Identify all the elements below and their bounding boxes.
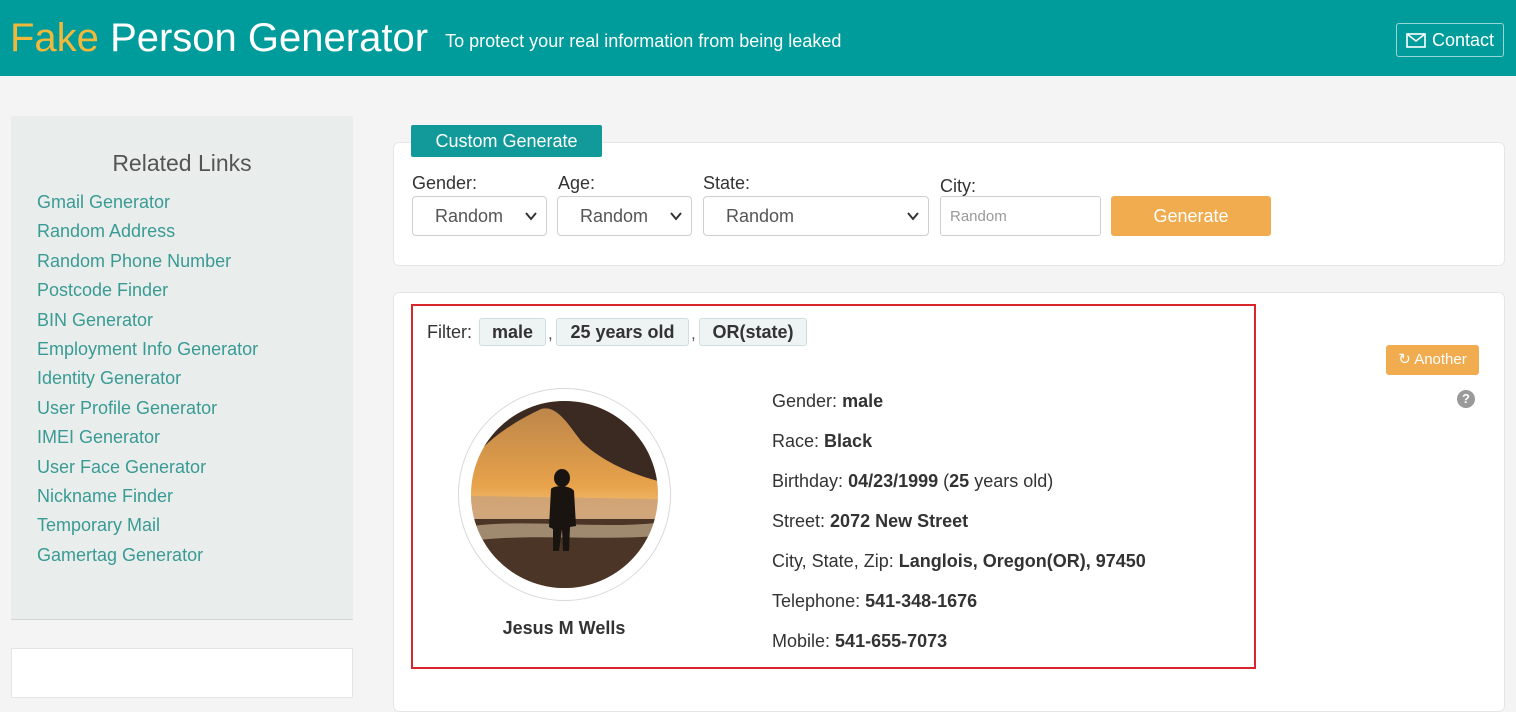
- state-select[interactable]: Random: [703, 196, 929, 236]
- related-links-title: Related Links: [112, 150, 252, 176]
- info-gender-label: Gender:: [772, 391, 838, 411]
- site-logo[interactable]: Fake Person Generator To protect your re…: [10, 14, 841, 65]
- filter-chip-state[interactable]: OR(state): [699, 318, 807, 346]
- filter-label: Filter:: [427, 322, 472, 342]
- info-mobile-value: 541-655-7073: [835, 631, 948, 651]
- sidebar-link-postcode-finder[interactable]: Postcode Finder: [37, 276, 258, 305]
- info-age-suffix: years old): [974, 471, 1054, 491]
- sidebar-link-random-phone-number[interactable]: Random Phone Number: [37, 247, 258, 276]
- refresh-icon: ↻: [1398, 351, 1411, 368]
- another-button[interactable]: ↻ Another: [1386, 345, 1479, 375]
- help-icon[interactable]: ?: [1457, 390, 1475, 408]
- person-name: Jesus M Wells: [502, 618, 626, 638]
- sidebar-link-random-address[interactable]: Random Address: [37, 217, 258, 246]
- info-city-state-zip: City, State, Zip: Langlois, Oregon(OR), …: [772, 551, 1146, 572]
- avatar-photo: [471, 401, 658, 588]
- info-birthday: Birthday: 04/23/1999 (25 years old): [772, 471, 1053, 492]
- info-gender: Gender: male: [772, 391, 883, 412]
- chevron-down-icon: [907, 212, 919, 221]
- related-links-list: Gmail Generator Random Address Random Ph…: [37, 188, 258, 570]
- gender-select-value: Random: [435, 206, 504, 226]
- sidebar-empty-box: [11, 648, 353, 698]
- age-select-value: Random: [580, 206, 649, 226]
- chevron-down-icon: [525, 212, 537, 221]
- info-birthday-label: Birthday:: [772, 471, 844, 491]
- contact-label: Contact: [1431, 30, 1495, 50]
- info-race-value: Black: [824, 431, 873, 451]
- brand-fake: Fake: [10, 16, 99, 60]
- sidebar-link-employment-info-generator[interactable]: Employment Info Generator: [37, 335, 258, 364]
- sidebar-link-bin-generator[interactable]: BIN Generator: [37, 306, 258, 335]
- gender-label: Gender:: [412, 173, 478, 193]
- sidebar-link-imei-generator[interactable]: IMEI Generator: [37, 423, 258, 452]
- info-street: Street: 2072 New Street: [772, 511, 968, 532]
- brand-name: Person Generator: [110, 16, 429, 60]
- age-select[interactable]: Random: [557, 196, 692, 236]
- filter-separator: ,: [691, 324, 696, 343]
- sidebar-link-user-face-generator[interactable]: User Face Generator: [37, 453, 258, 482]
- age-label: Age:: [558, 173, 596, 193]
- sidebar-link-identity-generator[interactable]: Identity Generator: [37, 364, 258, 393]
- state-label: State:: [703, 173, 751, 193]
- info-race-label: Race:: [772, 431, 820, 451]
- contact-button[interactable]: Contact: [1396, 23, 1504, 57]
- city-label: City:: [940, 176, 976, 196]
- another-label: Another: [1414, 351, 1467, 368]
- info-telephone-label: Telephone:: [772, 591, 861, 611]
- sidebar-link-user-profile-generator[interactable]: User Profile Generator: [37, 394, 258, 423]
- info-csz-value: Langlois, Oregon(OR), 97450: [898, 551, 1146, 571]
- generate-button[interactable]: Generate: [1111, 196, 1271, 236]
- sidebar-link-temporary-mail[interactable]: Temporary Mail: [37, 511, 258, 540]
- city-input[interactable]: [940, 196, 1101, 236]
- envelope-icon: [1406, 32, 1426, 48]
- info-mobile: Mobile: 541-655-7073: [772, 631, 947, 652]
- info-birthday-value: 04/23/1999: [848, 471, 939, 491]
- tab-custom-generate[interactable]: Custom Generate: [411, 125, 602, 157]
- chevron-down-icon: [670, 212, 682, 221]
- info-gender-value: male: [842, 391, 884, 411]
- info-telephone-value: 541-348-1676: [865, 591, 978, 611]
- info-csz-label: City, State, Zip:: [772, 551, 894, 571]
- info-age-value: 25: [949, 471, 970, 491]
- info-race: Race: Black: [772, 431, 872, 452]
- related-links-panel: Related Links Gmail Generator Random Add…: [11, 116, 353, 620]
- site-tagline: To protect your real information from be…: [445, 31, 842, 51]
- sidebar-link-nickname-finder[interactable]: Nickname Finder: [37, 482, 258, 511]
- site-header: Fake Person Generator To protect your re…: [0, 0, 1516, 76]
- info-street-label: Street:: [772, 511, 826, 531]
- state-select-value: Random: [726, 206, 795, 226]
- info-street-value: 2072 New Street: [830, 511, 969, 531]
- info-telephone: Telephone: 541-348-1676: [772, 591, 977, 612]
- filter-chip-gender[interactable]: male: [479, 318, 546, 346]
- gender-select[interactable]: Random: [412, 196, 547, 236]
- filter-chip-age[interactable]: 25 years old: [556, 318, 689, 346]
- filter-separator: ,: [548, 324, 553, 343]
- sidebar-link-gamertag-generator[interactable]: Gamertag Generator: [37, 541, 258, 570]
- sidebar-link-gmail-generator[interactable]: Gmail Generator: [37, 188, 258, 217]
- info-mobile-label: Mobile:: [772, 631, 831, 651]
- avatar: [471, 401, 658, 588]
